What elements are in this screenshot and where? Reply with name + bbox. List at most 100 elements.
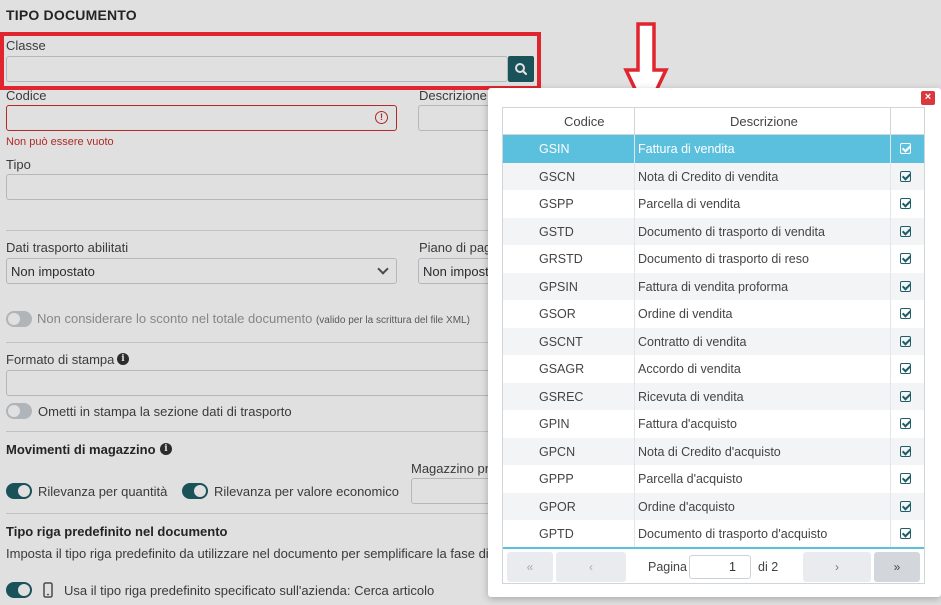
last-page-button[interactable]: » [874,552,920,582]
table-row[interactable]: GSOR Ordine di vendita [503,300,924,328]
grid-body: GSIN Fattura di vendita GSCN Nota di Credit… [503,135,924,547]
tipo-input[interactable] [6,174,498,200]
piano-value: Non impost [423,264,489,279]
close-button[interactable]: × [921,91,935,105]
table-row[interactable]: GPSIN Fattura di vendita proforma [503,272,924,300]
checkbox-checked-icon [900,418,911,429]
divider [6,431,500,432]
ometti-label: Ometti in stampa la sezione dati di tras… [38,404,292,419]
chevron-down-icon [377,263,389,275]
ometti-toggle[interactable] [6,403,32,419]
piano-select[interactable]: Non impost [418,258,498,284]
checkbox-checked-icon [900,500,911,512]
table-row[interactable]: GRSTD Documento di trasporto di reso [503,245,924,273]
piano-label: Piano di pag [419,240,492,255]
descrizione-input[interactable] [418,105,498,131]
dati-trasporto-select[interactable]: Non impostato [6,258,397,284]
row-code: GPCN [539,444,576,459]
row-code: GSCN [539,169,576,184]
close-icon: × [924,91,932,103]
row-code: GSCNT [539,334,583,349]
table-row[interactable]: GPTD Documento di trasporto d'acquisto [503,520,924,547]
table-row[interactable]: GPCN Nota di Credito d'acquisto [503,437,924,465]
page-number-input[interactable]: 1 [689,555,751,579]
table-row[interactable]: GSAGR Accordo di vendita [503,355,924,383]
row-code: GPSIN [539,279,578,294]
row-description: Documento di trasporto d'acquisto [638,527,828,541]
row-description: Accordo di vendita [638,362,741,376]
page-count-label: di 2 [758,560,779,574]
row-description: Documento di trasporto di reso [638,252,809,266]
formato-input[interactable] [6,370,498,396]
checkbox-checked-icon [900,170,911,182]
info-icon[interactable]: i [117,353,129,365]
row-code: GRSTD [539,252,583,266]
info-icon[interactable]: i [160,443,172,455]
magazzino-input[interactable] [411,478,498,504]
first-page-button[interactable]: « [507,552,553,582]
rilevanza-valore-label: Rilevanza per valore economico [214,484,399,499]
checkbox-checked-icon [900,198,911,209]
tipo-label: Tipo [6,157,31,172]
table-row[interactable]: GPOR Ordine d'acquisto [503,492,924,520]
codice-label: Codice [6,88,47,103]
codice-error-message: Non può essere vuoto [6,136,114,148]
row-code: GSTD [539,224,574,239]
checkbox-checked-icon [900,280,911,292]
rilevanza-valore-toggle[interactable] [182,483,208,499]
rilevanza-quantita-label: Rilevanza per quantità [38,484,168,499]
checkbox-checked-icon [900,445,911,457]
row-code: GSPP [539,197,574,211]
codice-input[interactable]: ! [6,105,397,131]
row-description: Fattura di vendita [638,142,735,156]
row-code: GPOR [539,499,576,514]
divider [6,342,500,343]
row-code: GSREC [539,389,584,404]
table-row[interactable]: GPIN Fattura d'acquisto [503,410,924,438]
row-description: Contratto di vendita [638,334,747,349]
checkbox-checked-icon [900,308,911,319]
page-label: Pagina [648,560,687,574]
row-description: Ricevuta di vendita [638,389,744,404]
prev-page-button[interactable]: ‹ [556,552,626,582]
rilevanza-quantita-toggle[interactable] [6,483,32,499]
checkbox-checked-icon [900,390,911,402]
pagination-bar: « ‹ Pagina 1 di 2 › » [503,547,924,583]
column-header-codice[interactable]: Codice [564,114,604,129]
next-page-button[interactable]: › [803,552,871,582]
table-row[interactable]: GSIN Fattura di vendita [503,135,924,163]
divider [6,230,500,231]
row-description: Ordine d'acquisto [638,499,735,514]
row-code: GSOR [539,307,576,321]
table-row[interactable]: GSCNT Contratto di vendita [503,327,924,355]
checkbox-checked-icon [900,363,911,374]
row-code: GPPP [539,472,574,486]
classe-highlight-box [0,32,541,90]
magazzino-label: Magazzino pr [411,461,490,476]
row-code: GPIN [539,417,570,431]
page-title: TIPO DOCUMENTO [6,7,137,23]
column-header-descrizione[interactable]: Descrizione [730,114,798,129]
usa-tipo-riga-toggle[interactable] [6,582,32,598]
row-code: GSAGR [539,362,585,376]
table-row[interactable]: GSCN Nota di Credito di vendita [503,162,924,190]
table-row[interactable]: GSTD Documento di trasporto di vendita [503,217,924,245]
checkbox-checked-icon [900,143,911,154]
row-description: Nota di Credito di vendita [638,169,779,184]
row-description: Parcella d'acquisto [638,472,743,486]
sconto-toggle[interactable] [6,311,32,327]
checkbox-checked-icon [900,473,911,484]
row-description: Fattura di vendita proforma [638,279,789,294]
table-row[interactable]: GSPP Parcella di vendita [503,190,924,218]
sconto-label: Non considerare lo sconto nel totale doc… [37,311,470,326]
tipo-riga-title: Tipo riga predefinito nel documento [6,524,228,539]
tipo-riga-description: Imposta il tipo riga predefinito da util… [6,546,503,561]
row-code: GPTD [539,527,574,541]
table-row[interactable]: GPPP Parcella d'acquisto [503,465,924,493]
movimenti-title: Movimenti di magazzino [6,442,156,457]
row-code: GSIN [539,142,570,156]
table-row[interactable]: GSREC Ricevuta di vendita [503,382,924,410]
checkbox-checked-icon [900,225,911,237]
descrizione-label: Descrizione [419,88,487,103]
sconto-label-text: Non considerare lo sconto nel totale doc… [37,311,313,326]
